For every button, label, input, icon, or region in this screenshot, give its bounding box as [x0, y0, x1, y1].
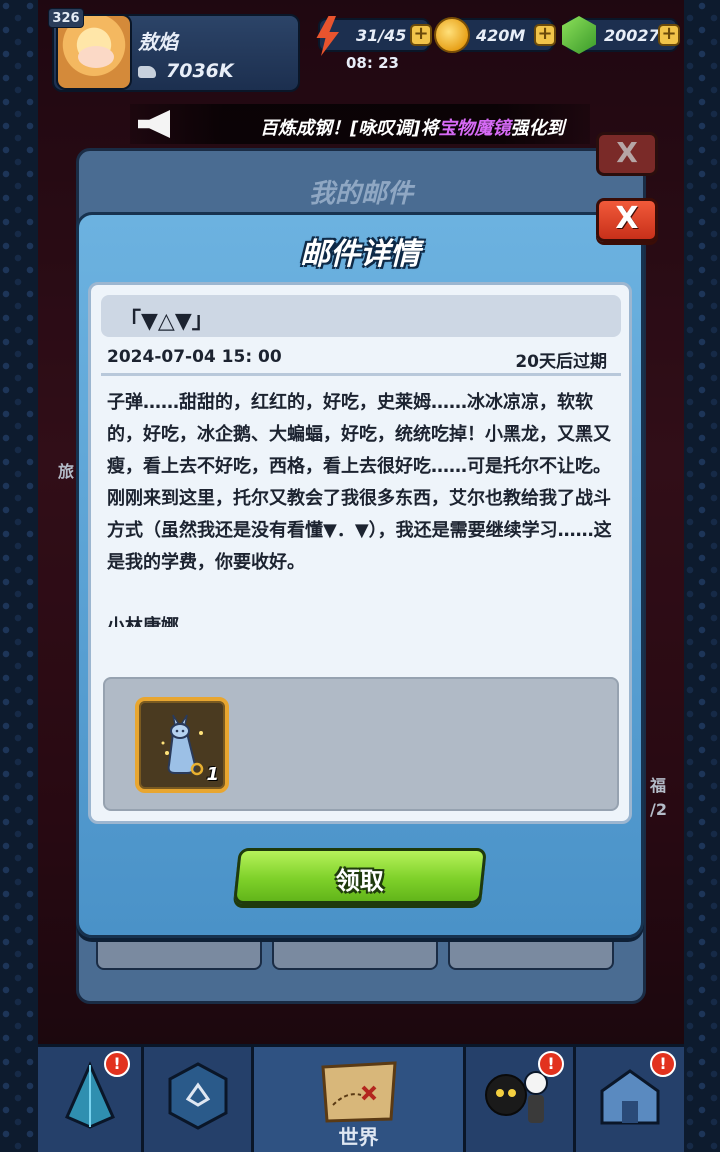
energy-timer: 08: 23	[346, 54, 399, 72]
player-name: 敖焰	[138, 30, 178, 54]
mail-body[interactable]: 子弹……甜甜的，红红的，好吃，史莱姆……冰冰凉凉，软软的，好吃，冰企鹅、大蝙蝠，…	[107, 387, 619, 649]
mail-subject: 「▼△▼」	[119, 309, 214, 334]
player-power: 7036K	[136, 60, 234, 82]
attachment-item[interactable]: 1	[135, 697, 229, 793]
announcement-bar: 百炼成钢！[咏叹调]将宝物魔镜强化到	[130, 104, 590, 144]
rabbit-bottle-icon	[161, 714, 204, 776]
gem-counter: 20027 +	[562, 16, 680, 54]
power-value: 7036K	[166, 60, 234, 82]
nav-castle[interactable]: !	[576, 1047, 684, 1152]
divider	[101, 373, 621, 376]
alert-badge: !	[104, 1051, 130, 1077]
energy-counter: 31/45 +	[316, 16, 432, 56]
green-gem-icon	[562, 16, 596, 54]
gold-counter: 420M +	[434, 17, 556, 53]
energy-value: 31/45	[356, 26, 407, 45]
attachment-box: 1	[103, 677, 619, 811]
announcement-text: 百炼成钢！[咏叹调]将宝物魔镜强化到	[260, 118, 565, 139]
player-level-badge: 326	[48, 8, 84, 28]
alert-badge: !	[538, 1051, 564, 1077]
claim-label: 领取	[335, 867, 384, 895]
mail-list-title: 我的邮件	[308, 179, 413, 209]
side-event-count: /2	[650, 800, 667, 819]
mail-paragraph: 子弹……甜甜的，红红的，好吃，史莱姆……冰冰凉凉，软软的，好吃，冰企鹅、大蝙蝠，…	[107, 392, 611, 477]
claim-button[interactable]: 领取	[233, 848, 487, 904]
mail-subject-box: 「▼△▼」	[101, 295, 621, 337]
add-gold-button[interactable]: +	[534, 24, 556, 46]
mail-signature: 小林康娜	[107, 616, 179, 627]
alert-badge: !	[650, 1051, 676, 1077]
side-event-label[interactable]: 福	[650, 772, 666, 796]
mail-list-tab[interactable]	[272, 936, 438, 970]
nav-world-label: 世界	[338, 1125, 379, 1149]
close-button[interactable]: X	[596, 198, 658, 242]
nav-rune[interactable]	[144, 1047, 254, 1152]
mail-content-card: 「▼△▼」 2024-07-04 15: 00 20天后过期 子弹……甜甜的，红…	[88, 282, 632, 824]
nav-heroes[interactable]: !	[466, 1047, 576, 1152]
bottom-nav: ! 世界 ! !	[38, 1044, 684, 1152]
add-gems-button[interactable]: +	[658, 24, 680, 46]
treasure-map-icon	[320, 1061, 397, 1123]
mail-list-tab[interactable]	[96, 936, 262, 970]
item-count: 1	[206, 764, 219, 785]
mail-list-tabs	[96, 936, 614, 970]
add-energy-button[interactable]: +	[410, 24, 432, 46]
nav-crystal[interactable]: !	[38, 1047, 144, 1152]
mail-list-close-button[interactable]: X	[596, 132, 658, 176]
fist-power-icon	[136, 62, 158, 80]
hex-rune-icon	[168, 1062, 227, 1130]
side-left-label[interactable]: 旅	[58, 458, 74, 482]
mail-date: 2024-07-04 15: 00	[107, 347, 282, 367]
announcement-highlight: 宝物魔镜	[438, 118, 511, 139]
nav-world[interactable]: 世界	[254, 1047, 466, 1152]
gold-value: 420M	[476, 26, 526, 45]
mail-expire: 20天后过期	[515, 352, 607, 372]
dialog-title: 邮件详情	[300, 237, 420, 272]
gem-value: 20027	[604, 26, 660, 45]
megaphone-icon	[138, 110, 170, 138]
mail-paragraph: 刚刚来到这里，托尔又教会了我很多东西，艾尔也教给我了战斗方式（虽然我还是没有看懂…	[107, 488, 612, 573]
mail-list-tab[interactable]	[448, 936, 614, 970]
gold-coin-icon	[434, 17, 470, 53]
